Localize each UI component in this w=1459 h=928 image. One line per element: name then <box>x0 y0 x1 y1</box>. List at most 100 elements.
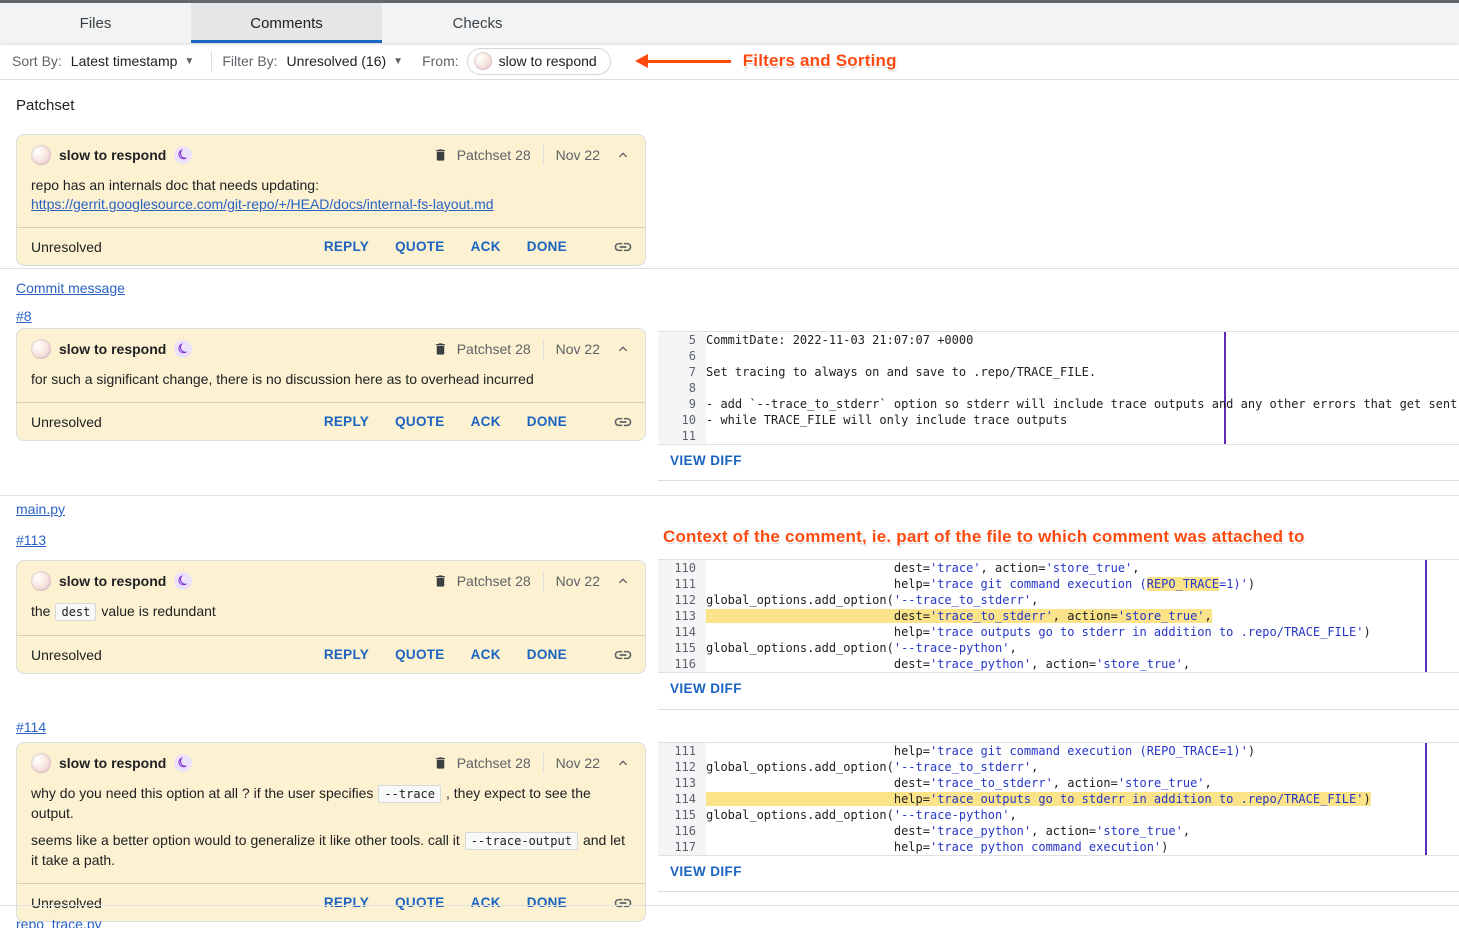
from-author-chip[interactable]: slow to respond <box>467 48 611 75</box>
reply-button[interactable]: REPLY <box>324 647 369 662</box>
view-diff-link[interactable]: VIEW DIFF <box>670 453 742 468</box>
collapse-chevron-up-icon[interactable] <box>615 341 631 357</box>
comment-header: slow to respond ☾ Patchset 28 Nov 22 <box>17 743 645 773</box>
view-diff-link[interactable]: VIEW DIFF <box>670 681 742 696</box>
line-number: 9 <box>658 396 706 412</box>
sort-by-dropdown[interactable]: Latest timestamp ▼ <box>71 53 195 69</box>
line-number: 6 <box>658 348 706 364</box>
sort-by-label: Sort By: <box>12 53 62 69</box>
code-text: Set tracing to always on and save to .re… <box>706 364 1096 380</box>
comment-text: why do you need this option at all ? if … <box>31 785 373 801</box>
ack-button[interactable]: ACK <box>471 414 501 429</box>
done-button[interactable]: DONE <box>527 239 567 254</box>
from-chip-label: slow to respond <box>499 53 597 69</box>
comment-header: slow to respond ☾ Patchset 28 Nov 22 <box>17 329 645 359</box>
delete-icon[interactable] <box>433 341 448 357</box>
collapse-chevron-up-icon[interactable] <box>615 147 631 163</box>
code-text: global_options.add_option('--trace-pytho… <box>706 640 1017 656</box>
divider <box>543 339 544 359</box>
ack-button[interactable]: ACK <box>471 647 501 662</box>
comment-body: for such a significant change, there is … <box>17 359 645 402</box>
comment-anchor-113[interactable]: #113 <box>16 532 46 548</box>
code-text: dest='trace_python', action='store_true'… <box>706 656 1190 672</box>
code-text: help='trace outputs go to stderr in addi… <box>706 791 1371 807</box>
copy-link-icon[interactable] <box>613 237 633 257</box>
comment-card-8: slow to respond ☾ Patchset 28 Nov 22 for… <box>16 328 646 441</box>
comment-text: repo has an internals doc that needs upd… <box>31 176 631 195</box>
comment-card-113: slow to respond ☾ Patchset 28 Nov 22 the… <box>16 560 646 674</box>
inline-code-trace-output: --trace-output <box>465 832 578 850</box>
comment-body: thedestvalue is redundant <box>17 591 645 635</box>
collapse-chevron-up-icon[interactable] <box>615 573 631 589</box>
author-avatar <box>31 753 51 773</box>
reply-button[interactable]: REPLY <box>324 239 369 254</box>
inline-code-trace: --trace <box>378 785 441 803</box>
collapse-chevron-up-icon[interactable] <box>615 755 631 771</box>
filter-by-value: Unresolved (16) <box>287 53 387 69</box>
copy-link-icon[interactable] <box>613 412 633 432</box>
quote-button[interactable]: QUOTE <box>395 414 445 429</box>
comment-body: repo has an internals doc that needs upd… <box>17 165 645 227</box>
code-line: 8 <box>658 380 1459 396</box>
tab-comments[interactable]: Comments <box>191 3 382 43</box>
reply-button[interactable]: REPLY <box>324 895 369 910</box>
comment-date: Nov 22 <box>556 573 600 589</box>
copy-link-icon[interactable] <box>613 645 633 665</box>
thread-divider <box>658 891 1459 892</box>
code-line: 115global_options.add_option('--trace-py… <box>658 807 1459 823</box>
annotation-filters-sorting: Filters and Sorting <box>743 51 897 71</box>
done-button[interactable]: DONE <box>527 414 567 429</box>
ack-button[interactable]: ACK <box>471 895 501 910</box>
internal-fs-layout-link[interactable]: https://gerrit.googlesource.com/git-repo… <box>31 196 494 212</box>
quote-button[interactable]: QUOTE <box>395 239 445 254</box>
code-line: 116 dest='trace_python', action='store_t… <box>658 823 1459 839</box>
section-divider <box>0 268 1459 269</box>
code-block-113: 110 dest='trace', action='store_true',11… <box>658 559 1459 673</box>
section-title-patchset: Patchset <box>16 97 74 114</box>
code-line: 113 dest='trace_to_stderr', action='stor… <box>658 775 1459 791</box>
status-unresolved: Unresolved <box>31 414 102 430</box>
comment-text: seems like a better option would to gene… <box>31 832 460 848</box>
view-diff-link[interactable]: VIEW DIFF <box>670 864 742 879</box>
file-link-repo-trace-py[interactable]: repo_trace.py <box>16 916 102 928</box>
line-number: 5 <box>658 332 706 348</box>
line-number: 115 <box>658 640 706 656</box>
done-button[interactable]: DONE <box>527 647 567 662</box>
code-line: 111 help='trace git command execution (R… <box>658 576 1459 592</box>
sort-by-value: Latest timestamp <box>71 53 178 69</box>
reply-button[interactable]: REPLY <box>324 414 369 429</box>
line-number: 7 <box>658 364 706 380</box>
file-link-main-py[interactable]: main.py <box>16 501 65 517</box>
divider <box>211 51 212 71</box>
code-text: dest='trace_to_stderr', action='store_tr… <box>706 608 1212 624</box>
quote-button[interactable]: QUOTE <box>395 895 445 910</box>
code-text: dest='trace_to_stderr', action='store_tr… <box>706 775 1212 791</box>
comment-footer: Unresolved REPLY QUOTE ACK DONE <box>17 883 645 921</box>
line-number: 114 <box>658 791 706 807</box>
line-number: 110 <box>658 560 706 576</box>
line-number: 116 <box>658 823 706 839</box>
comment-text: for such a significant change, there is … <box>31 370 631 389</box>
quote-button[interactable]: QUOTE <box>395 647 445 662</box>
file-link-commit-message[interactable]: Commit message <box>16 280 125 296</box>
code-line: 113 dest='trace_to_stderr', action='stor… <box>658 608 1459 624</box>
filter-by-dropdown[interactable]: Unresolved (16) ▼ <box>287 53 404 69</box>
patchset-label: Patchset 28 <box>457 755 531 771</box>
delete-icon[interactable] <box>433 573 448 589</box>
code-text: help='trace git command execution (REPO_… <box>706 743 1255 759</box>
done-button[interactable]: DONE <box>527 895 567 910</box>
tab-files[interactable]: Files <box>0 3 191 43</box>
code-text: help='trace outputs go to stderr in addi… <box>706 624 1371 640</box>
delete-icon[interactable] <box>433 147 448 163</box>
author-name: slow to respond <box>59 573 166 589</box>
comment-anchor-114[interactable]: #114 <box>16 719 46 735</box>
tab-checks[interactable]: Checks <box>382 3 573 43</box>
comment-anchor-8[interactable]: #8 <box>16 308 32 324</box>
code-text: global_options.add_option('--trace_to_st… <box>706 759 1038 775</box>
comment-text: value is redundant <box>101 603 215 619</box>
ack-button[interactable]: ACK <box>471 239 501 254</box>
delete-icon[interactable] <box>433 755 448 771</box>
copy-link-icon[interactable] <box>613 893 633 913</box>
patchset-label: Patchset 28 <box>457 573 531 589</box>
code-line: 11 <box>658 428 1459 444</box>
